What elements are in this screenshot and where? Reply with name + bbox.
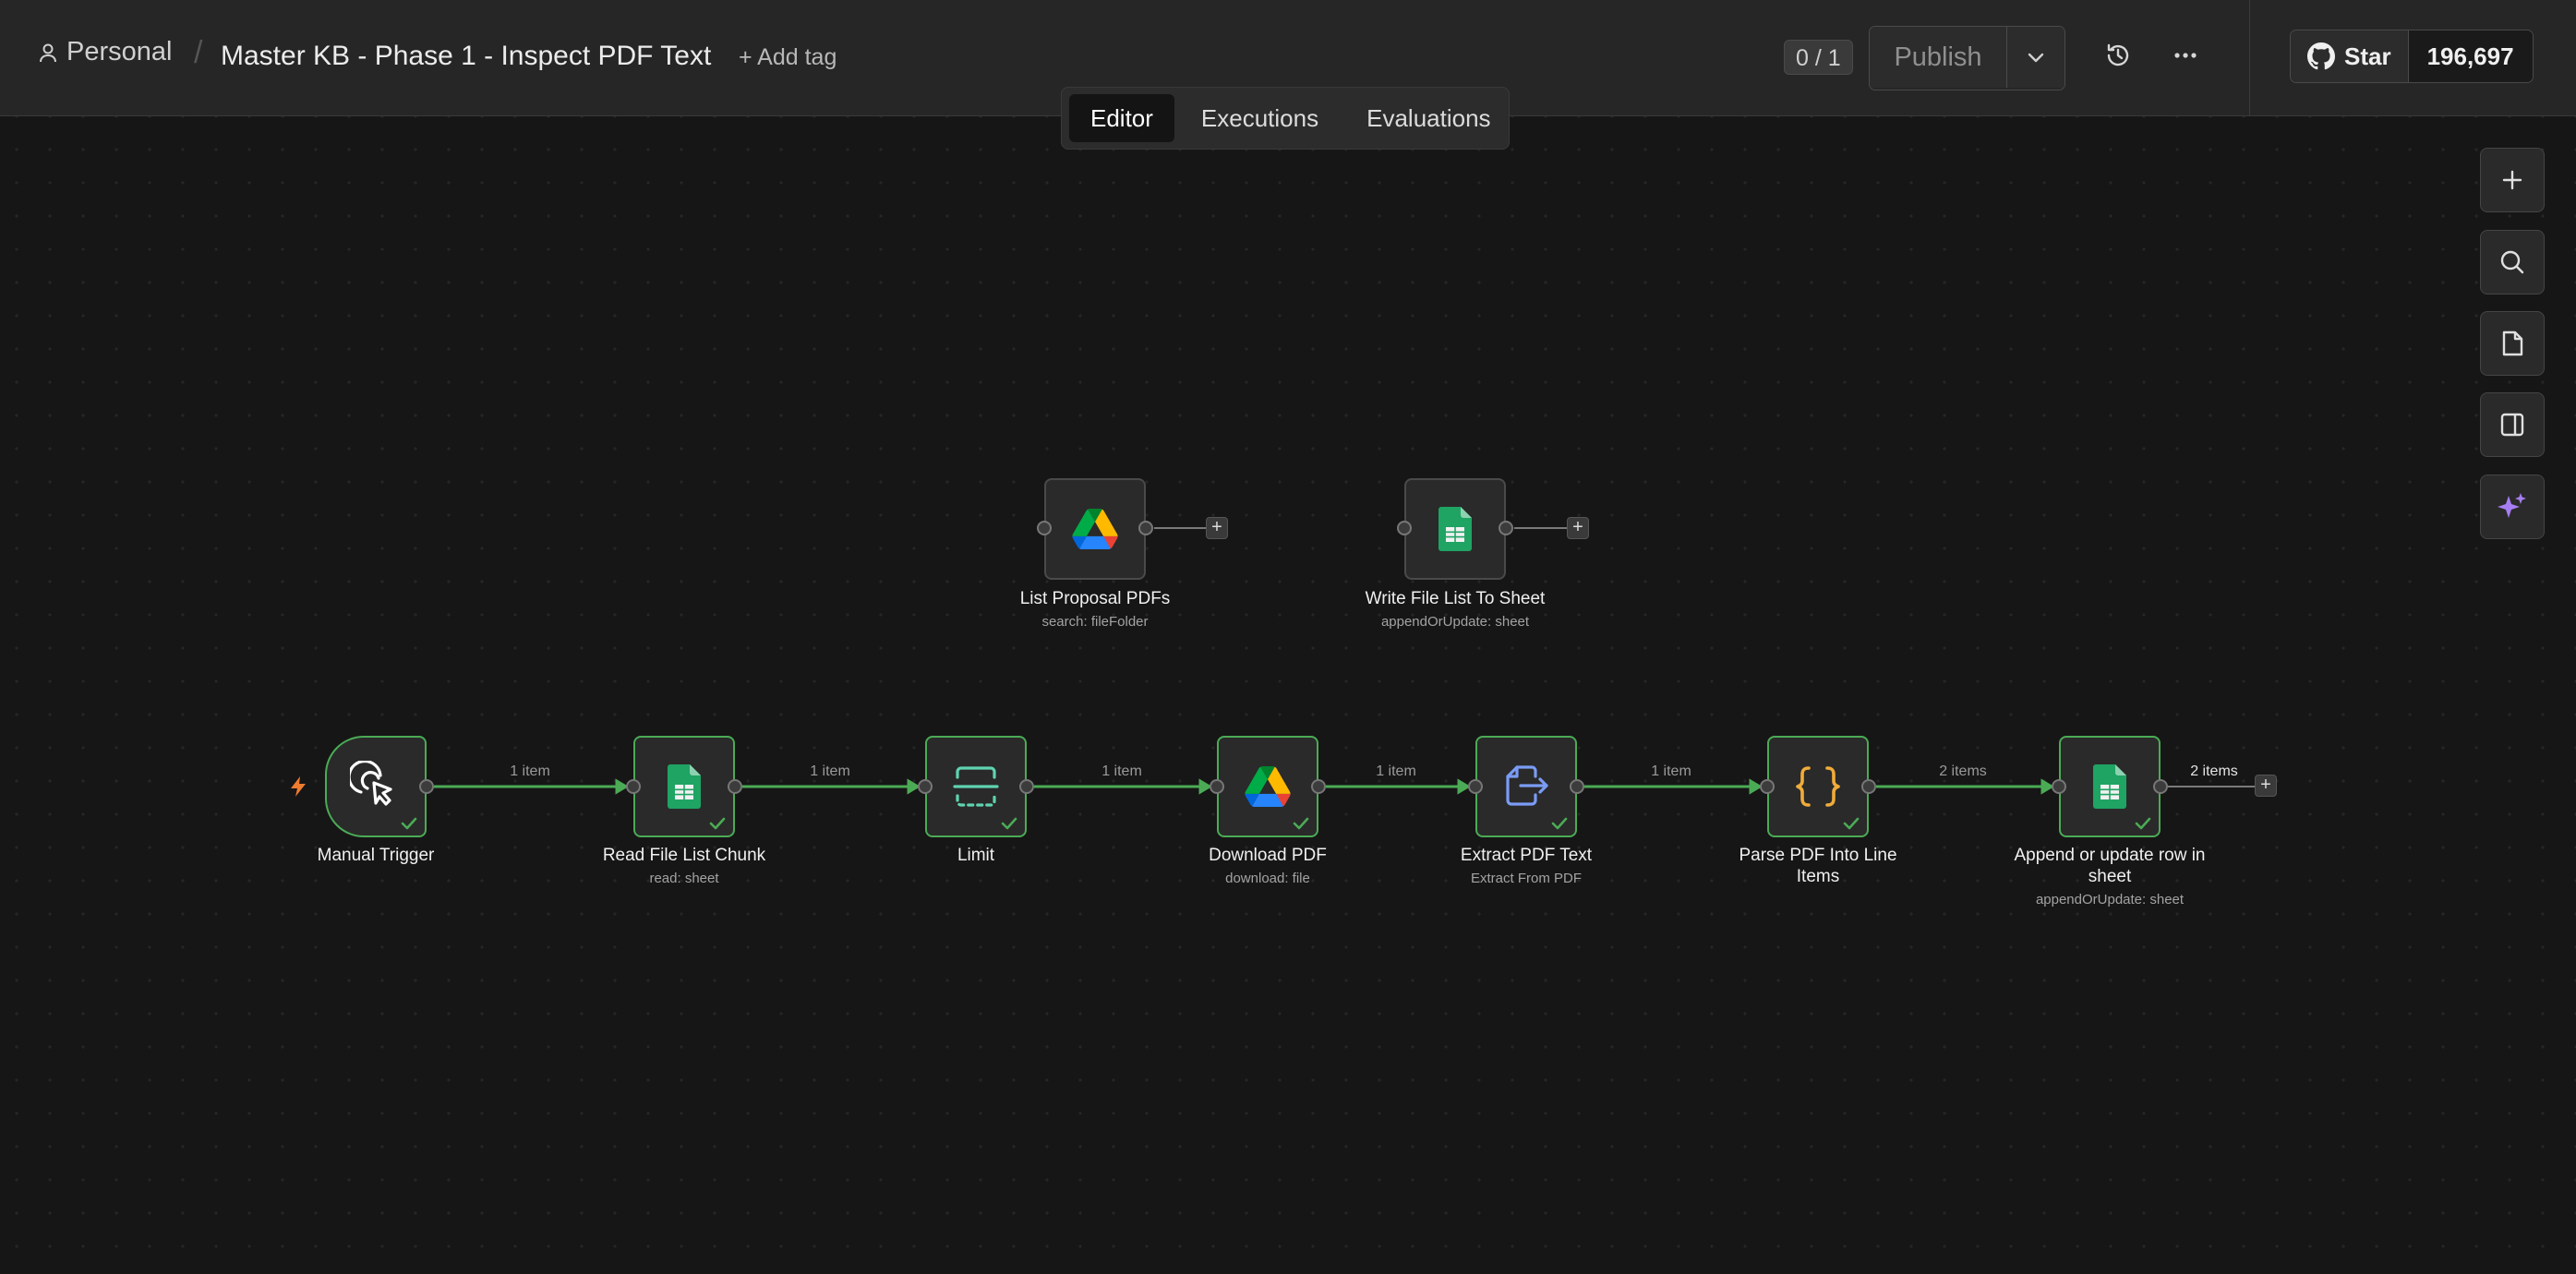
success-check-icon [1843, 817, 1860, 830]
node-input-handle[interactable] [1210, 779, 1224, 794]
node-input-handle[interactable] [1397, 521, 1412, 535]
edge-label: 1 item [810, 763, 850, 779]
node-subtitle: Extract From PDF [1470, 871, 1582, 886]
success-check-icon [1551, 817, 1568, 830]
add-connected-node-button[interactable]: + [1206, 517, 1228, 539]
node-output-handle[interactable] [1499, 521, 1513, 535]
node-output-handle[interactable] [1019, 779, 1034, 794]
add-connected-node-button[interactable]: + [1567, 517, 1589, 539]
edge-label: 1 item [510, 763, 550, 779]
node-title-line: sheet [2088, 867, 2132, 886]
node-input-handle[interactable] [918, 779, 933, 794]
node-title: List Proposal PDFs [1019, 589, 1171, 608]
node-append-or-update-row[interactable] [2059, 736, 2161, 837]
node-title-line: Append or update row in [2014, 846, 2206, 865]
node-read-file-list-chunk[interactable] [633, 736, 735, 837]
node-subtitle: download: file [1225, 871, 1310, 886]
node-subtitle: search: fileFolder [1041, 614, 1149, 630]
node-title: Extract PDF Text [1460, 846, 1593, 865]
connection-arrow [1457, 778, 1471, 795]
node-title: Parse PDF Into Line Items [1698, 845, 1938, 887]
node-parse-pdf-into-line-items[interactable] [1767, 736, 1869, 837]
node-title: Append or update row in sheet [1990, 845, 2230, 887]
node-input-handle[interactable] [2052, 779, 2066, 794]
node-output-handle[interactable] [1311, 779, 1326, 794]
node-title: Download PDF [1209, 846, 1327, 865]
add-connected-node-button[interactable]: + [2255, 775, 2277, 797]
node-title: Write File List To Sheet [1365, 589, 1546, 608]
success-check-icon [2135, 817, 2151, 830]
trigger-bolt-icon [291, 776, 306, 797]
google-drive-icon [1245, 766, 1291, 807]
connection-arrow [1749, 778, 1763, 795]
node-input-handle[interactable] [1037, 521, 1052, 535]
node-title-line: Items [1796, 867, 1840, 886]
node-output-handle[interactable] [1570, 779, 1584, 794]
success-check-icon [1001, 817, 1017, 830]
edge-label: 1 item [1101, 763, 1142, 779]
code-braces-icon [1796, 766, 1840, 807]
node-input-handle[interactable] [1468, 779, 1483, 794]
google-sheets-icon [1438, 507, 1472, 551]
node-title: Manual Trigger [317, 846, 435, 865]
node-input-handle[interactable] [626, 779, 641, 794]
node-list-proposal-pdfs[interactable] [1044, 478, 1146, 580]
node-output-handle[interactable] [1138, 521, 1153, 535]
limit-icon [953, 766, 999, 807]
node-title-line: Parse PDF Into Line [1739, 846, 1897, 865]
connection-arrow [1198, 778, 1212, 795]
node-manual-trigger[interactable] [325, 736, 427, 837]
edge-label: 1 item [1376, 763, 1416, 779]
success-check-icon [401, 817, 417, 830]
node-title: Limit [957, 846, 995, 865]
node-output-handle[interactable] [419, 779, 434, 794]
connection-arrow [2040, 778, 2054, 795]
node-output-handle[interactable] [728, 779, 742, 794]
edge-label: 2 items [2190, 763, 2238, 779]
google-drive-icon [1072, 509, 1118, 549]
edge-label: 2 items [1939, 763, 1987, 779]
node-title: Read File List Chunk [602, 846, 766, 865]
node-download-pdf[interactable] [1217, 736, 1318, 837]
node-write-file-list-to-sheet[interactable] [1404, 478, 1506, 580]
edge-label: 1 item [1651, 763, 1691, 779]
success-check-icon [709, 817, 726, 830]
node-subtitle: appendOrUpdate: sheet [1380, 614, 1530, 630]
connections-layer [434, 527, 2255, 795]
google-sheets-icon [668, 764, 701, 809]
node-subtitle: appendOrUpdate: sheet [2035, 892, 2185, 907]
node-subtitle: read: sheet [649, 871, 719, 886]
node-limit[interactable] [925, 736, 1027, 837]
extract-file-icon [1506, 765, 1548, 806]
cursor-click-icon [350, 761, 392, 806]
node-output-handle[interactable] [1861, 779, 1876, 794]
success-check-icon [1293, 817, 1309, 830]
connection-arrow [615, 778, 629, 795]
node-output-handle[interactable] [2153, 779, 2168, 794]
connection-arrow [907, 778, 921, 795]
node-input-handle[interactable] [1760, 779, 1775, 794]
google-sheets-icon [2093, 764, 2126, 809]
node-extract-pdf-text[interactable] [1475, 736, 1577, 837]
